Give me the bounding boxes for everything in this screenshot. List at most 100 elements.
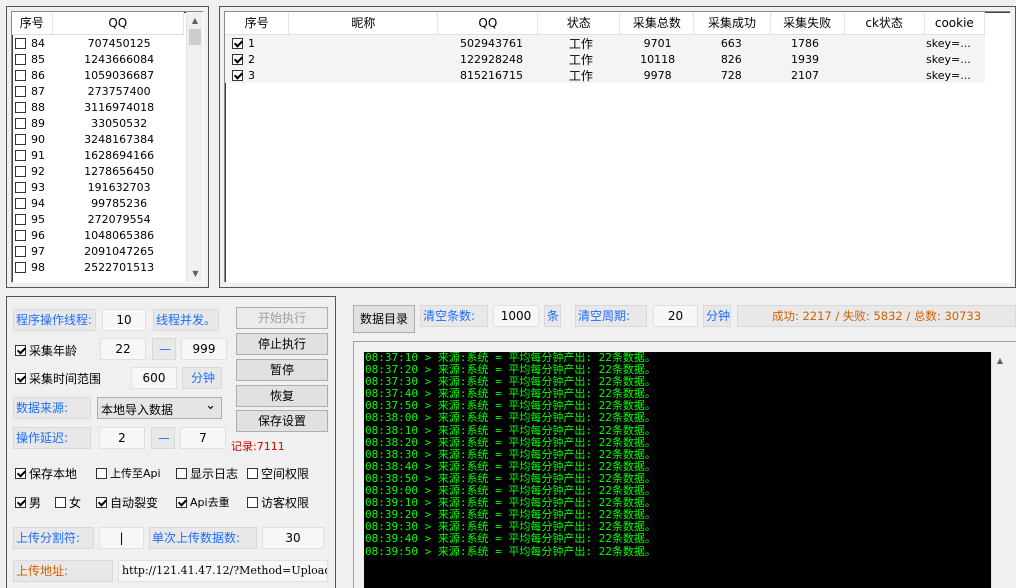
save-local-checkbox[interactable]: 保存本地 [15,465,77,482]
row-check-icon[interactable] [15,53,26,65]
col-header-total[interactable]: 采集总数 [620,12,695,34]
scroll-thumb[interactable] [189,29,201,45]
data-dir-button[interactable]: 数据目录 [353,305,415,333]
log-scrollbar[interactable]: ▲ [991,352,1008,588]
col-header-nick[interactable]: 昵称 [289,12,439,34]
account-table[interactable]: 序号 昵称 QQ 状态 采集总数 采集成功 采集失败 ck状态 cookie 1 50294376… [224,11,1011,283]
row-check-icon[interactable] [15,69,26,81]
show-log-check-icon[interactable] [176,468,187,479]
col-header-cookie[interactable]: cookie [925,12,985,34]
scroll-down-icon[interactable]: ▼ [187,265,203,282]
row-check-icon[interactable] [15,197,26,209]
row-check-icon[interactable] [15,37,26,49]
row-check-icon[interactable] [15,213,26,225]
row-no: 88 [31,100,45,114]
show-log-checkbox[interactable]: 显示日志 [176,465,238,482]
list-item[interactable]: 86 1059036687 [12,67,184,83]
list-item[interactable]: 90 3248167384 [12,131,184,147]
auto-split-checkbox[interactable]: 自动裂变 [96,494,158,511]
source-select[interactable]: 本地导入数据 ⌄ [97,397,222,419]
space-perm-checkbox[interactable]: 空间权限 [247,465,309,482]
delay-max-input[interactable]: 7 [180,427,226,449]
col-header-ck[interactable]: ck状态 [845,12,925,34]
row-check-icon[interactable] [15,245,26,257]
list-item[interactable]: 85 1243666084 [12,51,184,67]
list-item[interactable]: 95 272079554 [12,211,184,227]
pause-button[interactable]: 暂停 [236,359,328,381]
chevron-down-icon[interactable]: ⌄ [205,398,216,413]
row-check-icon[interactable] [15,165,26,177]
row-check-icon[interactable] [15,181,26,193]
list-item[interactable]: 98 2522701513 [12,259,184,275]
api-dedup-check-icon[interactable] [176,496,187,508]
table-row[interactable]: 1 502943761 工作 9701 663 1786 skey=... [225,35,985,51]
col-header-qq[interactable]: QQ [438,12,539,34]
list-item[interactable]: 93 191632703 [12,179,184,195]
log-scroll-up-icon[interactable]: ▲ [992,352,1008,369]
female-check-icon[interactable] [55,497,66,508]
age-min-input[interactable]: 22 [100,338,146,360]
upload-api-check-icon[interactable] [96,467,107,479]
age-max-input[interactable]: 999 [181,338,227,360]
list-item[interactable]: 89 33050532 [12,115,184,131]
age-check-icon[interactable] [15,345,26,356]
row-check-icon[interactable] [15,261,26,273]
save-settings-button[interactable]: 保存设置 [236,410,328,432]
list-item[interactable]: 91 1628694166 [12,147,184,163]
time-range-check-icon[interactable] [15,373,26,384]
col-header-qq[interactable]: QQ [53,12,184,34]
row-check-icon[interactable] [15,133,26,145]
list-item[interactable]: 94 99785236 [12,195,184,211]
log-console[interactable]: 08:37:10 > 来源:系统 = 平均每分钟产出: 22条数据。 08:37:… [364,352,991,588]
list-item[interactable]: 92 1278656450 [12,163,184,179]
row-check-icon[interactable] [232,69,243,81]
qq-list-scrollbar[interactable]: ▲ ▼ [186,12,203,282]
list-item[interactable]: 88 3116974018 [12,99,184,115]
row-check-icon[interactable] [15,117,26,129]
auto-split-check-icon[interactable] [96,497,107,508]
age-checkbox[interactable]: 采集年龄 [15,342,77,359]
row-check-icon[interactable] [15,101,26,113]
list-item[interactable]: 84 707450125 [12,35,184,51]
start-button[interactable]: 开始执行 [236,307,328,329]
col-header-no[interactable]: 序号 [12,12,53,34]
col-header-no[interactable]: 序号 [225,12,290,34]
col-header-fail[interactable]: 采集失败 [771,12,845,34]
space-perm-check-icon[interactable] [247,468,258,479]
row-no: 91 [31,148,45,162]
clear-period-input[interactable]: 20 [653,305,698,327]
save-local-check-icon[interactable] [15,468,26,479]
qq-list[interactable]: 序号 QQ 84 707450125 85 1243666084 86 105903668… [11,11,204,283]
male-check-icon[interactable] [15,497,26,508]
male-checkbox[interactable]: 男 [15,494,41,511]
clear-count-input[interactable]: 1000 [493,305,539,327]
row-check-icon[interactable] [232,37,243,49]
visitor-perm-check-icon[interactable] [247,497,258,508]
row-check-icon[interactable] [15,85,26,97]
resume-button[interactable]: 恢复 [236,385,328,407]
table-row[interactable]: 3 815216715 工作 9978 728 2107 skey=... [225,67,985,83]
row-check-icon[interactable] [232,53,243,65]
upload-url-input[interactable]: http://121.41.47.12/?Method=Upload& [118,560,328,582]
female-checkbox[interactable]: 女 [55,494,81,511]
row-check-icon[interactable] [15,149,26,161]
upload-sep-input[interactable]: | [99,527,144,549]
time-range-input[interactable]: 600 [131,367,177,389]
delay-min-input[interactable]: 2 [99,427,145,449]
visitor-perm-checkbox[interactable]: 访客权限 [247,494,309,511]
col-header-status[interactable]: 状态 [538,12,621,34]
row-check-icon[interactable] [15,229,26,241]
list-item[interactable]: 87 273757400 [12,83,184,99]
per-upload-input[interactable]: 30 [262,527,324,549]
api-dedup-checkbox[interactable]: Api去重 [176,494,230,510]
time-range-checkbox[interactable]: 采集时间范围 [15,370,101,387]
col-header-ok[interactable]: 采集成功 [694,12,771,34]
table-row[interactable]: 2 122928248 工作 10118 826 1939 skey=... [225,51,985,67]
upload-api-checkbox[interactable]: 上传至Api [96,465,161,481]
scroll-up-icon[interactable]: ▲ [187,12,203,29]
per-upload-label: 单次上传数据数: [149,527,257,549]
list-item[interactable]: 96 1048065386 [12,227,184,243]
list-item[interactable]: 97 2091047265 [12,243,184,259]
stop-button[interactable]: 停止执行 [236,333,328,355]
threads-input[interactable]: 10 [102,309,146,331]
